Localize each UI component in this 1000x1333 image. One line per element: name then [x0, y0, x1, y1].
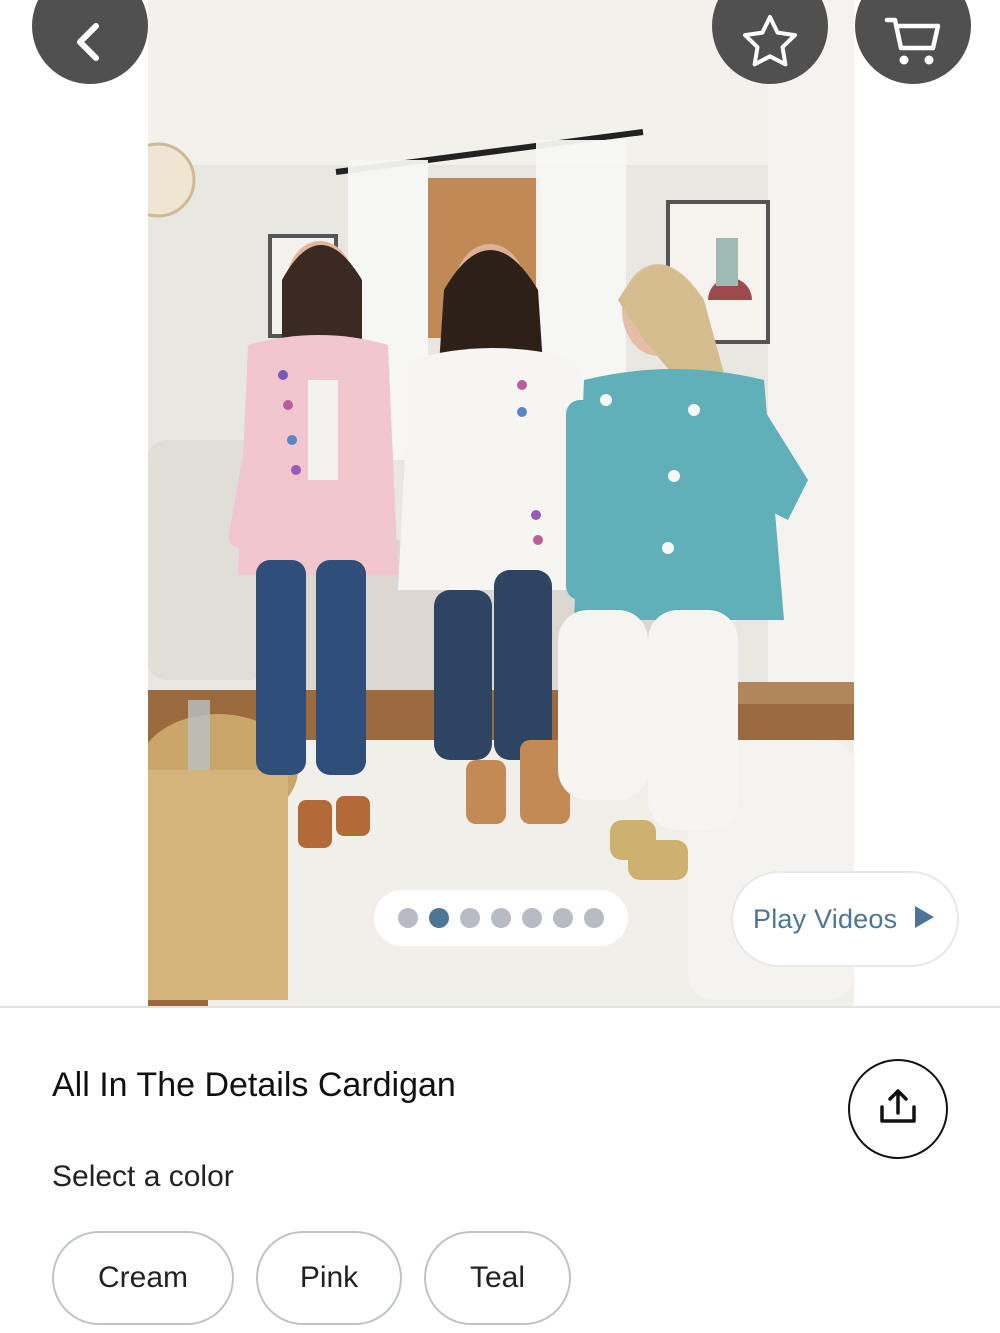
shopping-cart-icon	[883, 14, 943, 75]
gallery-divider	[0, 1006, 1000, 1008]
product-photo[interactable]	[148, 0, 854, 1008]
pagination-dot-active[interactable]	[429, 908, 449, 928]
product-title: All In The Details Cardigan	[52, 1066, 456, 1104]
color-options: Cream Pink Teal	[52, 1231, 571, 1325]
share-button[interactable]	[848, 1059, 948, 1159]
pagination-dot[interactable]	[460, 908, 480, 928]
share-upload-icon	[878, 1088, 918, 1130]
back-button[interactable]	[32, 0, 148, 84]
chevron-left-icon	[68, 20, 112, 69]
color-option-teal[interactable]: Teal	[424, 1231, 571, 1325]
cart-button[interactable]	[855, 0, 971, 84]
pagination-dot[interactable]	[553, 908, 573, 928]
pagination-dot[interactable]	[522, 908, 542, 928]
product-image-gallery[interactable]: Play Videos	[0, 0, 1000, 1008]
image-pagination-dots	[374, 890, 628, 946]
pagination-dot[interactable]	[398, 908, 418, 928]
pagination-dot[interactable]	[491, 908, 511, 928]
color-select-label: Select a color	[52, 1160, 234, 1193]
play-triangle-icon	[913, 905, 935, 934]
play-videos-label: Play Videos	[753, 903, 898, 934]
play-videos-button[interactable]: Play Videos	[731, 871, 959, 967]
color-option-cream[interactable]: Cream	[52, 1231, 234, 1325]
product-photo-illustration	[148, 0, 854, 1008]
star-outline-icon	[740, 13, 800, 76]
color-option-pink[interactable]: Pink	[256, 1231, 402, 1325]
pagination-dot[interactable]	[584, 908, 604, 928]
